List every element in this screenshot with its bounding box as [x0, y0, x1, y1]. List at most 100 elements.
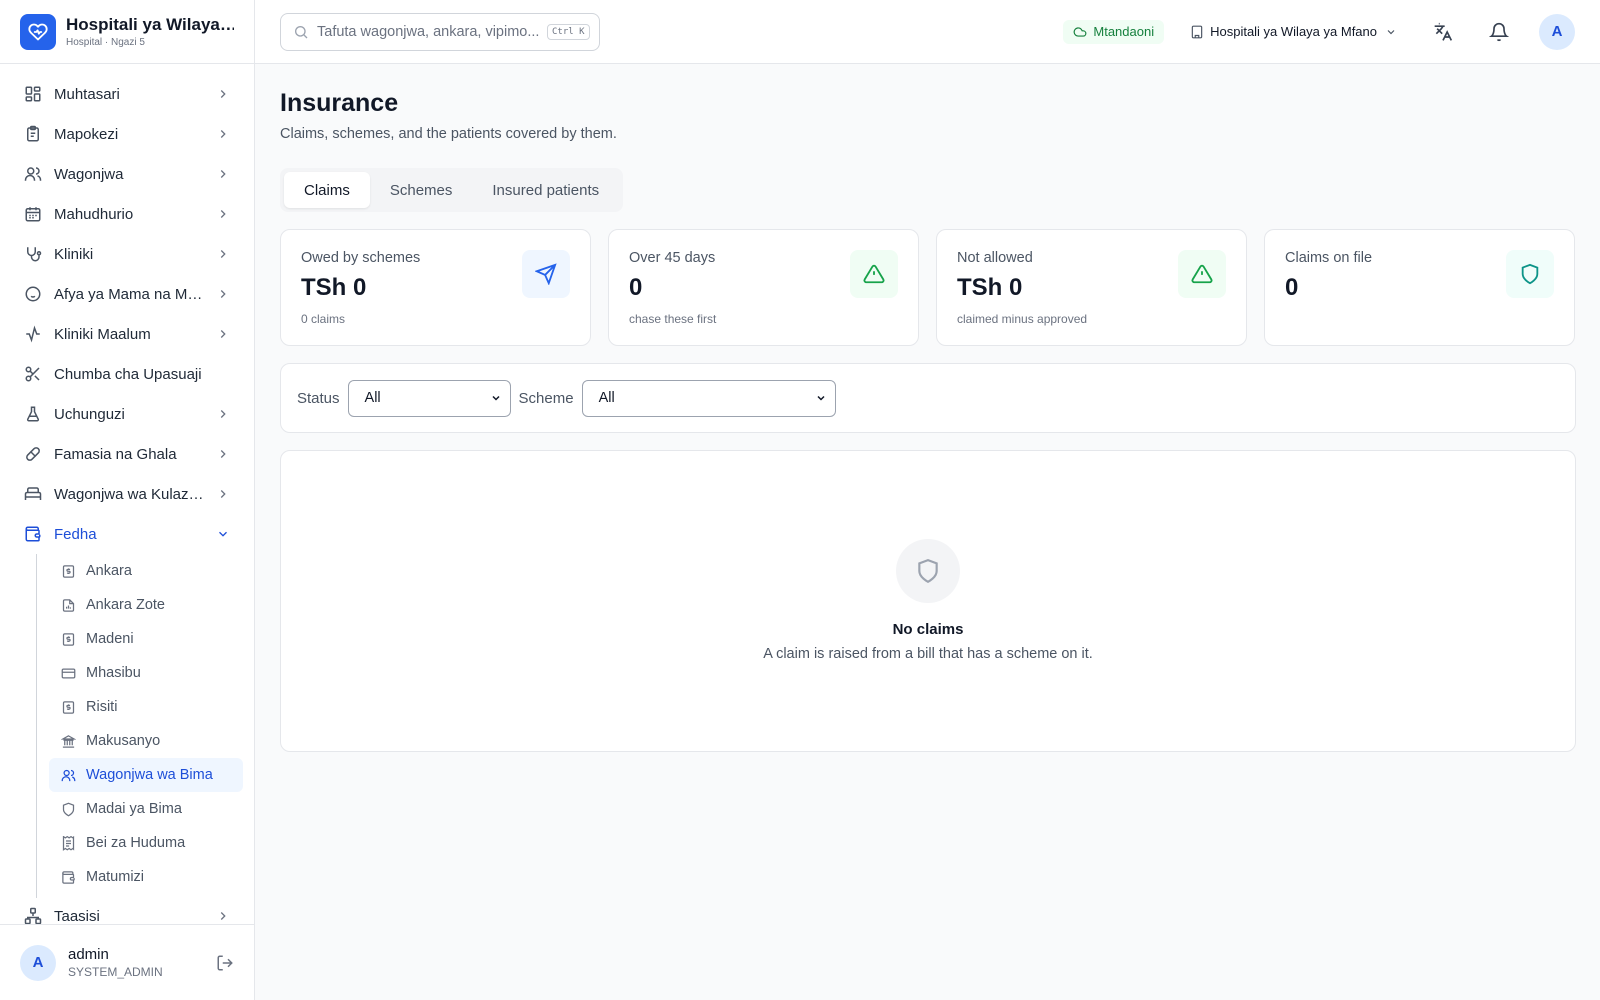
chevron-down-icon [492, 395, 500, 401]
warning-icon [850, 250, 898, 298]
sidebar-subitem-label: Matumizi [86, 869, 145, 885]
sidebar-subitem-label: Ankara [86, 563, 132, 579]
wallet-icon [25, 526, 41, 542]
sidebar: Hospitali ya Wilaya ya Mfano Hospital · … [0, 0, 255, 1000]
user-role: SYSTEM_ADMIN [68, 965, 163, 979]
shield-icon [62, 802, 75, 816]
sidebar-item-upasuaji[interactable]: Chumba cha Upasuaji [0, 354, 254, 394]
sidebar-item-afya-mama[interactable]: Afya ya Mama na Mtoto [0, 274, 254, 314]
sidebar-subitem-label: Risiti [86, 699, 118, 715]
sidebar-item-fedha[interactable]: Fedha [0, 514, 254, 554]
search-box[interactable]: Ctrl K [280, 12, 600, 51]
sidebar-item-label: Wagonjwa wa Kulazwa [54, 485, 204, 503]
chevron-right-icon [220, 330, 226, 338]
language-icon[interactable] [1433, 22, 1453, 42]
main-content: Insurance Claims, schemes, and the patie… [280, 64, 1576, 752]
stats-row: Owed by schemes TSh 0 0 claims Over 45 d… [280, 229, 1576, 346]
bell-icon[interactable] [1489, 22, 1509, 42]
sidebar-subitem-madai-bima[interactable]: Madai ya Bima [49, 792, 243, 826]
shortcut-hint: Ctrl K [547, 23, 590, 40]
dollar-doc-icon [62, 564, 75, 578]
sidebar-item-kliniki-maalum[interactable]: Kliniki Maalum [0, 314, 254, 354]
scheme-filter-label: Scheme [518, 389, 574, 407]
search-icon [295, 25, 308, 38]
sidebar-subitem-mhasibu[interactable]: Mhasibu [49, 656, 243, 690]
dollar-doc-icon [62, 700, 75, 714]
sidebar-item-label: Wagonjwa [54, 165, 124, 183]
header-avatar[interactable]: A [1539, 13, 1575, 50]
grid-icon [25, 86, 41, 102]
user-profile: A admin SYSTEM_ADMIN [0, 924, 254, 1000]
chevron-right-icon [220, 170, 226, 178]
facility-name: Hospitali ya Wilaya ya Mfano [1210, 24, 1377, 39]
chevron-right-icon [220, 912, 226, 920]
clipboard-icon [27, 125, 39, 142]
sidebar-item-uchunguzi[interactable]: Uchunguzi [0, 394, 254, 434]
empty-state-text: A claim is raised from a bill that has a… [763, 646, 1093, 662]
stethoscope-icon [27, 247, 42, 262]
sidebar-item-label: Kliniki [54, 245, 94, 263]
receipt-icon [62, 835, 75, 851]
stat-hint: claimed minus approved [957, 312, 1088, 326]
top-header: Ctrl K Mtandaoni Hospitali ya Wilaya ya … [255, 0, 1600, 64]
brand-subtitle: Hospital · Ngazi 5 [66, 37, 145, 48]
scheme-select[interactable]: All [581, 379, 836, 417]
facility-switcher[interactable]: Hospitali ya Wilaya ya Mfano [1190, 24, 1397, 39]
status-select-value: All [364, 390, 381, 406]
sidebar-item-mapokezi[interactable]: Mapokezi [0, 114, 254, 154]
chevron-right-icon [220, 410, 226, 418]
sidebar-subitem-ankara-zote[interactable]: Ankara Zote [49, 588, 243, 622]
sidebar-item-kliniki[interactable]: Kliniki [0, 234, 254, 274]
scissors-icon [25, 366, 40, 382]
sidebar-subitem-matumizi[interactable]: Matumizi [49, 860, 243, 894]
file-chart-icon [62, 598, 75, 612]
sidebar-subitem-wagonjwa-bima[interactable]: Wagonjwa wa Bima [49, 758, 243, 792]
sidebar-subitem-risiti[interactable]: Risiti [49, 690, 243, 724]
sidebar-item-mahudhurio[interactable]: Mahudhurio [0, 194, 254, 234]
status-filter-label: Status [297, 389, 340, 407]
tab-insured-patients[interactable]: Insured patients [472, 172, 619, 208]
chevron-down-icon [817, 395, 825, 401]
chevron-right-icon [220, 90, 226, 98]
search-input[interactable] [317, 23, 547, 40]
dollar-doc-icon [62, 632, 75, 646]
online-status-badge: Mtandaoni [1063, 19, 1165, 44]
sidebar-subitem-label: Bei za Huduma [86, 835, 186, 851]
sidebar-subitem-madeni[interactable]: Madeni [49, 622, 243, 656]
sidebar-subitem-makusanyo[interactable]: Makusanyo [49, 724, 243, 758]
send-icon [522, 250, 570, 298]
stat-hint: chase these first [629, 312, 717, 326]
logout-icon[interactable] [216, 954, 234, 972]
sidebar-subitem-ankara[interactable]: Ankara [49, 554, 243, 588]
sidebar-subitem-label: Madai ya Bima [86, 801, 182, 817]
stat-card-claims-on-file: Claims on file 0 [1264, 229, 1575, 346]
avatar[interactable]: A [20, 944, 56, 981]
page-title: Insurance [280, 89, 399, 117]
stat-card-over-45: Over 45 days 0 chase these first [608, 229, 919, 346]
sidebar-item-label: Muhtasari [54, 85, 120, 103]
sidebar-item-wagonjwa[interactable]: Wagonjwa [0, 154, 254, 194]
sidebar-item-label: Fedha [54, 525, 97, 543]
bed-icon [24, 487, 42, 500]
chevron-right-icon [220, 250, 226, 258]
baby-icon [25, 286, 41, 302]
tab-schemes[interactable]: Schemes [370, 172, 473, 208]
online-status-text: Mtandaoni [1093, 24, 1155, 39]
chevron-right-icon [220, 210, 226, 218]
cloud-icon [1073, 26, 1087, 37]
users-icon [24, 167, 42, 181]
chevron-right-icon [220, 290, 226, 298]
sidebar-subitem-bei-huduma[interactable]: Bei za Huduma [49, 826, 243, 860]
empty-state-title: No claims [892, 621, 964, 638]
tab-claims[interactable]: Claims [284, 172, 370, 208]
sidebar-item-muhtasari[interactable]: Muhtasari [0, 74, 254, 114]
brand[interactable]: Hospitali ya Wilaya ya Mfano Hospital · … [0, 0, 254, 64]
shield-icon [896, 539, 960, 603]
sidebar-item-kulazwa[interactable]: Wagonjwa wa Kulazwa [0, 474, 254, 514]
sidebar-subitem-label: Wagonjwa wa Bima [86, 767, 213, 783]
sidebar-item-label: Afya ya Mama na Mtoto [54, 285, 204, 303]
sidebar-subitem-label: Madeni [86, 631, 134, 647]
status-select[interactable]: All [347, 379, 511, 417]
sidebar-item-famasia[interactable]: Famasia na Ghala [0, 434, 254, 474]
pill-icon [26, 447, 40, 461]
